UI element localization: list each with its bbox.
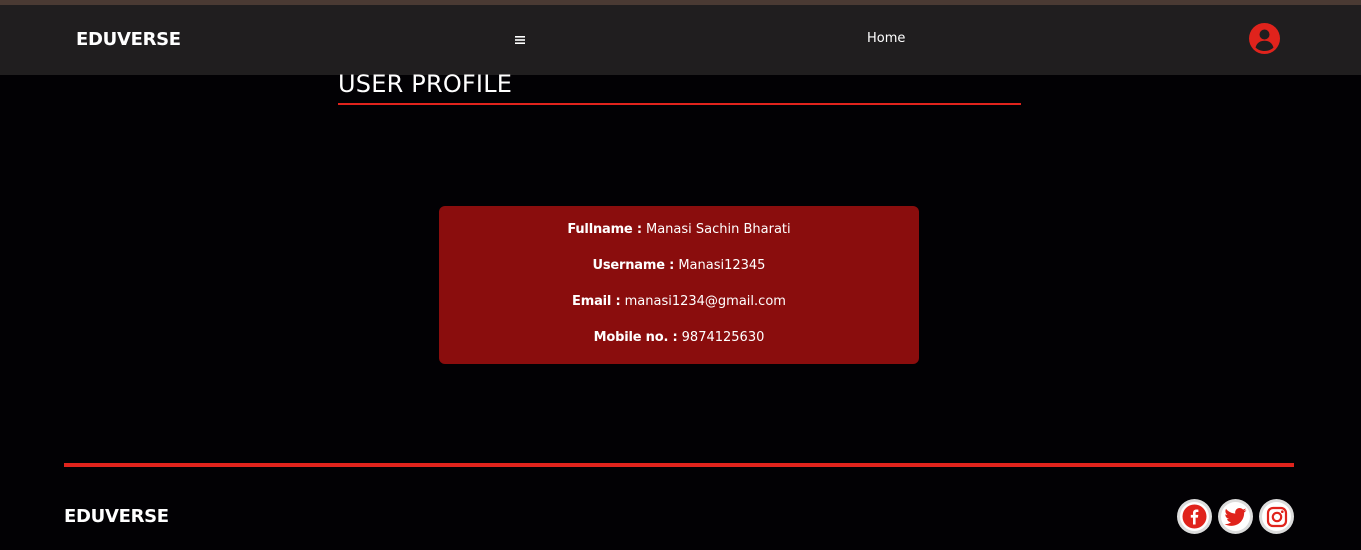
mobile-value: 9874125630 [681, 330, 765, 345]
email-label: Email : [572, 294, 621, 309]
footer-divider [64, 463, 1294, 467]
mobile-label: Mobile no. : [593, 330, 678, 345]
hamburger-menu-icon[interactable] [513, 32, 527, 48]
navbar-brand[interactable]: EDUVERSE [76, 29, 181, 50]
user-circle-icon[interactable] [1249, 23, 1280, 54]
profile-row-username: Username : Manasi12345 [439, 258, 919, 273]
twitter-icon[interactable] [1218, 499, 1253, 534]
fullname-label: Fullname : [567, 222, 642, 237]
username-value: Manasi12345 [678, 258, 766, 273]
instagram-icon[interactable] [1259, 499, 1294, 534]
facebook-icon[interactable] [1177, 499, 1212, 534]
title-underline [338, 103, 1021, 105]
profile-row-fullname: Fullname : Manasi Sachin Bharati [439, 222, 919, 237]
navbar: EDUVERSE Home [0, 5, 1361, 75]
profile-row-mobile: Mobile no. : 9874125630 [439, 330, 919, 345]
username-label: Username : [592, 258, 675, 273]
profile-row-email: Email : manasi1234@gmail.com [439, 294, 919, 309]
page-title: USER PROFILE [338, 70, 513, 98]
nav-link-home[interactable]: Home [867, 31, 905, 46]
fullname-value: Manasi Sachin Bharati [646, 222, 791, 237]
profile-card: Fullname : Manasi Sachin Bharati Usernam… [439, 206, 919, 364]
email-value: manasi1234@gmail.com [624, 294, 786, 309]
footer-brand[interactable]: EDUVERSE [64, 506, 169, 527]
